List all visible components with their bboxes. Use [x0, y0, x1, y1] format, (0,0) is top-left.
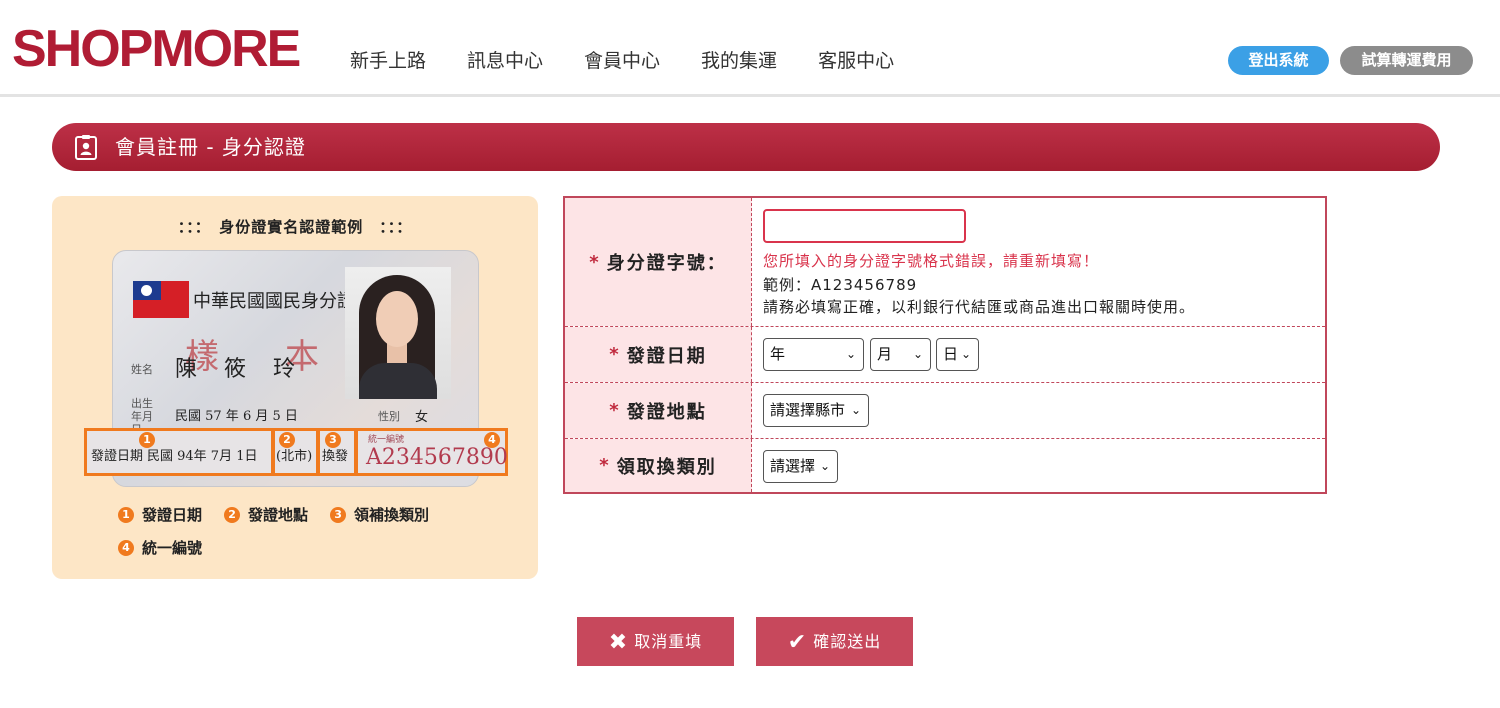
main-nav: 新手上路 訊息中心 會員中心 我的集運 客服中心: [350, 48, 935, 74]
id-badge-icon: [75, 135, 97, 160]
portrait-photo: [345, 267, 451, 399]
issue-year-select[interactable]: 年 ⌄: [763, 338, 864, 371]
issue-date-label: * 發證日期: [565, 327, 752, 382]
highlight-issue-date: 發證日期 民國 94年 7月 1日: [84, 428, 274, 476]
marker-2: 2: [279, 432, 295, 448]
birth-value: 民國 57 年 6 月 5 日: [175, 409, 298, 424]
legend-row-2: 4 統一編號: [118, 537, 224, 558]
issue-place-row: * 發證地點 請選擇縣市 ⌄: [565, 383, 1325, 439]
issue-date-value: 民國 94年 7月 1日: [147, 449, 258, 464]
name-label: 姓名: [131, 363, 153, 376]
flag-icon: [133, 281, 189, 318]
issue-month-select[interactable]: 月 ⌄: [870, 338, 931, 371]
legend-item: 4 統一編號: [118, 537, 202, 558]
issue-date-row: * 發證日期 年 ⌄ 月 ⌄ 日 ⌄: [565, 327, 1325, 383]
legend-label: 統一編號: [142, 539, 203, 557]
nav-item-support[interactable]: 客服中心: [818, 48, 894, 74]
id-number-error: 您所填入的身分證字號格式錯誤，請重新填寫！: [763, 252, 1100, 270]
cancel-button[interactable]: ✖ 取消重填: [577, 617, 734, 666]
nav-item-member[interactable]: 會員中心: [584, 48, 660, 74]
check-icon: ✔: [787, 630, 808, 655]
issue-place-label: * 發證地點: [565, 383, 752, 438]
issue-type-select[interactable]: 請選擇 ⌄: [763, 450, 838, 483]
id-number-value: A234567890: [366, 445, 508, 470]
cancel-label: 取消重填: [634, 632, 703, 651]
chevron-down-icon: ⌄: [850, 403, 861, 417]
shipping-fee-calculator-button[interactable]: 試算轉運費用: [1340, 46, 1473, 75]
legend-item: 3 領補換類別: [330, 504, 429, 525]
legend-item: 1 發證日期: [118, 504, 202, 525]
logout-button[interactable]: 登出系統: [1228, 46, 1329, 75]
id-card-header: 中華民國國民身分證: [193, 291, 355, 312]
id-number-row: * 身分證字號： 您所填入的身分證字號格式錯誤，請重新填寫！ 範例：A123456…: [565, 198, 1325, 327]
submit-label: 確認送出: [813, 632, 882, 651]
page-title-bar: 會員註冊 - 身分認證: [52, 123, 1440, 171]
marker-1: 1: [139, 432, 155, 448]
chevron-down-icon: ⌄: [960, 347, 971, 361]
close-icon: ✖: [608, 630, 629, 655]
issue-type-label: * 領取換類別: [565, 439, 752, 492]
issue-place-value: (北市): [276, 449, 313, 464]
header-divider: [0, 94, 1500, 97]
sex-label: 性別: [378, 410, 400, 423]
id-number-note: 請務必填寫正確，以利銀行代結匯或商品進出口報關時使用。: [763, 298, 1196, 316]
legend-marker: 2: [224, 506, 241, 523]
legend-marker: 3: [330, 506, 347, 523]
example-title: ：：： 身份證實名認證範例 ：：：: [177, 218, 413, 236]
id-number-label: * 身分證字號：: [565, 198, 752, 326]
legend-marker: 1: [118, 506, 134, 523]
legend-label: 發證日期: [142, 506, 203, 524]
issue-place-select[interactable]: 請選擇縣市 ⌄: [763, 394, 869, 427]
issue-date-label: 發證日期: [91, 449, 144, 464]
chevron-down-icon: ⌄: [845, 347, 856, 361]
chevron-down-icon: ⌄: [819, 459, 830, 473]
marker-3: 3: [325, 432, 341, 448]
nav-item-getting-started[interactable]: 新手上路: [350, 48, 426, 74]
name-value: 陳 筱 玲: [175, 357, 305, 382]
legend-item: 2 發證地點: [224, 504, 308, 525]
legend-label: 發證地點: [248, 506, 309, 524]
legend-marker: 4: [118, 539, 134, 556]
nav-item-messages[interactable]: 訊息中心: [467, 48, 543, 74]
logo[interactable]: SHOPMORE: [12, 22, 301, 76]
issue-type-value: 換發: [322, 449, 349, 464]
id-number-example: 範例：A123456789: [763, 276, 918, 294]
legend-label: 領補換類別: [354, 506, 430, 524]
issue-type-row: * 領取換類別 請選擇 ⌄: [565, 439, 1325, 492]
id-number-label: 統一編號: [368, 435, 405, 445]
marker-4: 4: [484, 432, 500, 448]
legend: 1 發證日期 2 發證地點 3 領補換類別: [118, 504, 451, 525]
page-title: 會員註冊 - 身分認證: [115, 135, 306, 159]
nav-item-my-shipments[interactable]: 我的集運: [701, 48, 777, 74]
id-number-input[interactable]: [763, 209, 966, 243]
id-example-panel: ：：： 身份證實名認證範例 ：：： 中華民國國民身分證 樣 本 姓名 陳 筱 玲…: [52, 196, 538, 579]
sex-value: 女: [415, 410, 429, 425]
identity-form: * 身分證字號： 您所填入的身分證字號格式錯誤，請重新填寫！ 範例：A123456…: [563, 196, 1327, 494]
issue-day-select[interactable]: 日 ⌄: [936, 338, 979, 371]
submit-button[interactable]: ✔ 確認送出: [756, 617, 913, 666]
chevron-down-icon: ⌄: [912, 347, 923, 361]
